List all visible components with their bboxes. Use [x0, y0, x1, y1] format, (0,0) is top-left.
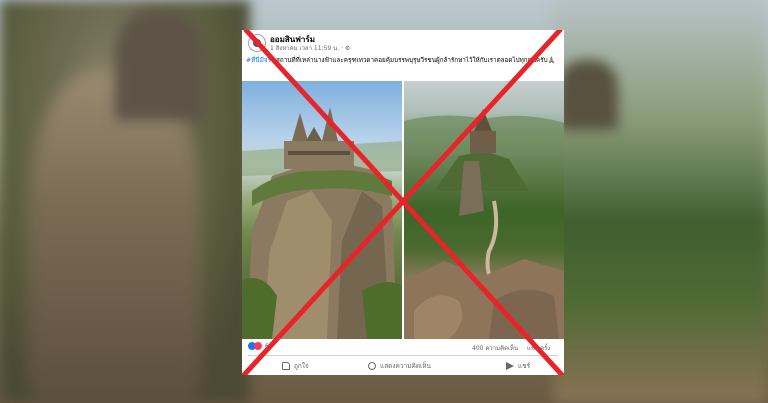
post-text: #ที่นี่มีจริง สถานที่ที่เหล่านางฟ้าและคร…: [246, 56, 560, 66]
post-body: สถานที่ที่เหล่านางฟ้าและครุฑเทวดาคอยคุ้ม…: [274, 57, 556, 64]
post-header: ออมสินฟาร์ม 1 สิงหาคม เวลา 11:59 น. · ⚙ …: [242, 30, 564, 80]
post-hashtag[interactable]: #ที่นี่มีจริง: [246, 57, 274, 64]
post-actions: ถูกใจ แสดงความคิดเห็น แชร์: [242, 357, 564, 375]
love-reaction-icon: [254, 342, 262, 350]
like-label: ถูกใจ: [294, 362, 309, 370]
blurred-temple-right: [558, 60, 618, 130]
reaction-summary[interactable]: 6: [248, 342, 269, 350]
comment-count[interactable]: 400 ความคิดเห็น: [472, 343, 518, 353]
actions-divider: [248, 355, 558, 356]
page-avatar[interactable]: [248, 34, 266, 52]
photo-temple-hill[interactable]: [404, 81, 564, 339]
photo-temple-hill-drawing: [404, 109, 564, 339]
post-timestamp[interactable]: 1 สิงหาคม เวลา 11:59 น. · ⚙: [270, 43, 350, 53]
social-post-card: ออมสินฟาร์ม 1 สิงหาคม เวลา 11:59 น. · ⚙ …: [242, 30, 564, 375]
share-label: แชร์: [518, 362, 531, 370]
reaction-count: 6: [265, 342, 269, 350]
post-photos: [242, 81, 564, 339]
share-icon: [506, 362, 514, 370]
blurred-temple-left: [115, 10, 205, 120]
like-button[interactable]: ถูกใจ: [282, 359, 309, 373]
comment-button[interactable]: แสดงความคิดเห็น: [368, 359, 431, 373]
comment-icon: [368, 362, 376, 370]
share-count[interactable]: แชร์ ครั้ง: [527, 343, 550, 353]
photo-temple-cliff-drawing: [242, 107, 402, 339]
share-button[interactable]: แชร์: [506, 359, 530, 373]
post-stats: 6 400 ความคิดเห็น แชร์ ครั้ง: [242, 340, 564, 353]
photo-temple-cliff[interactable]: [242, 81, 402, 339]
comment-label: แสดงความคิดเห็น: [380, 362, 432, 370]
thumbs-up-icon: [282, 362, 290, 370]
